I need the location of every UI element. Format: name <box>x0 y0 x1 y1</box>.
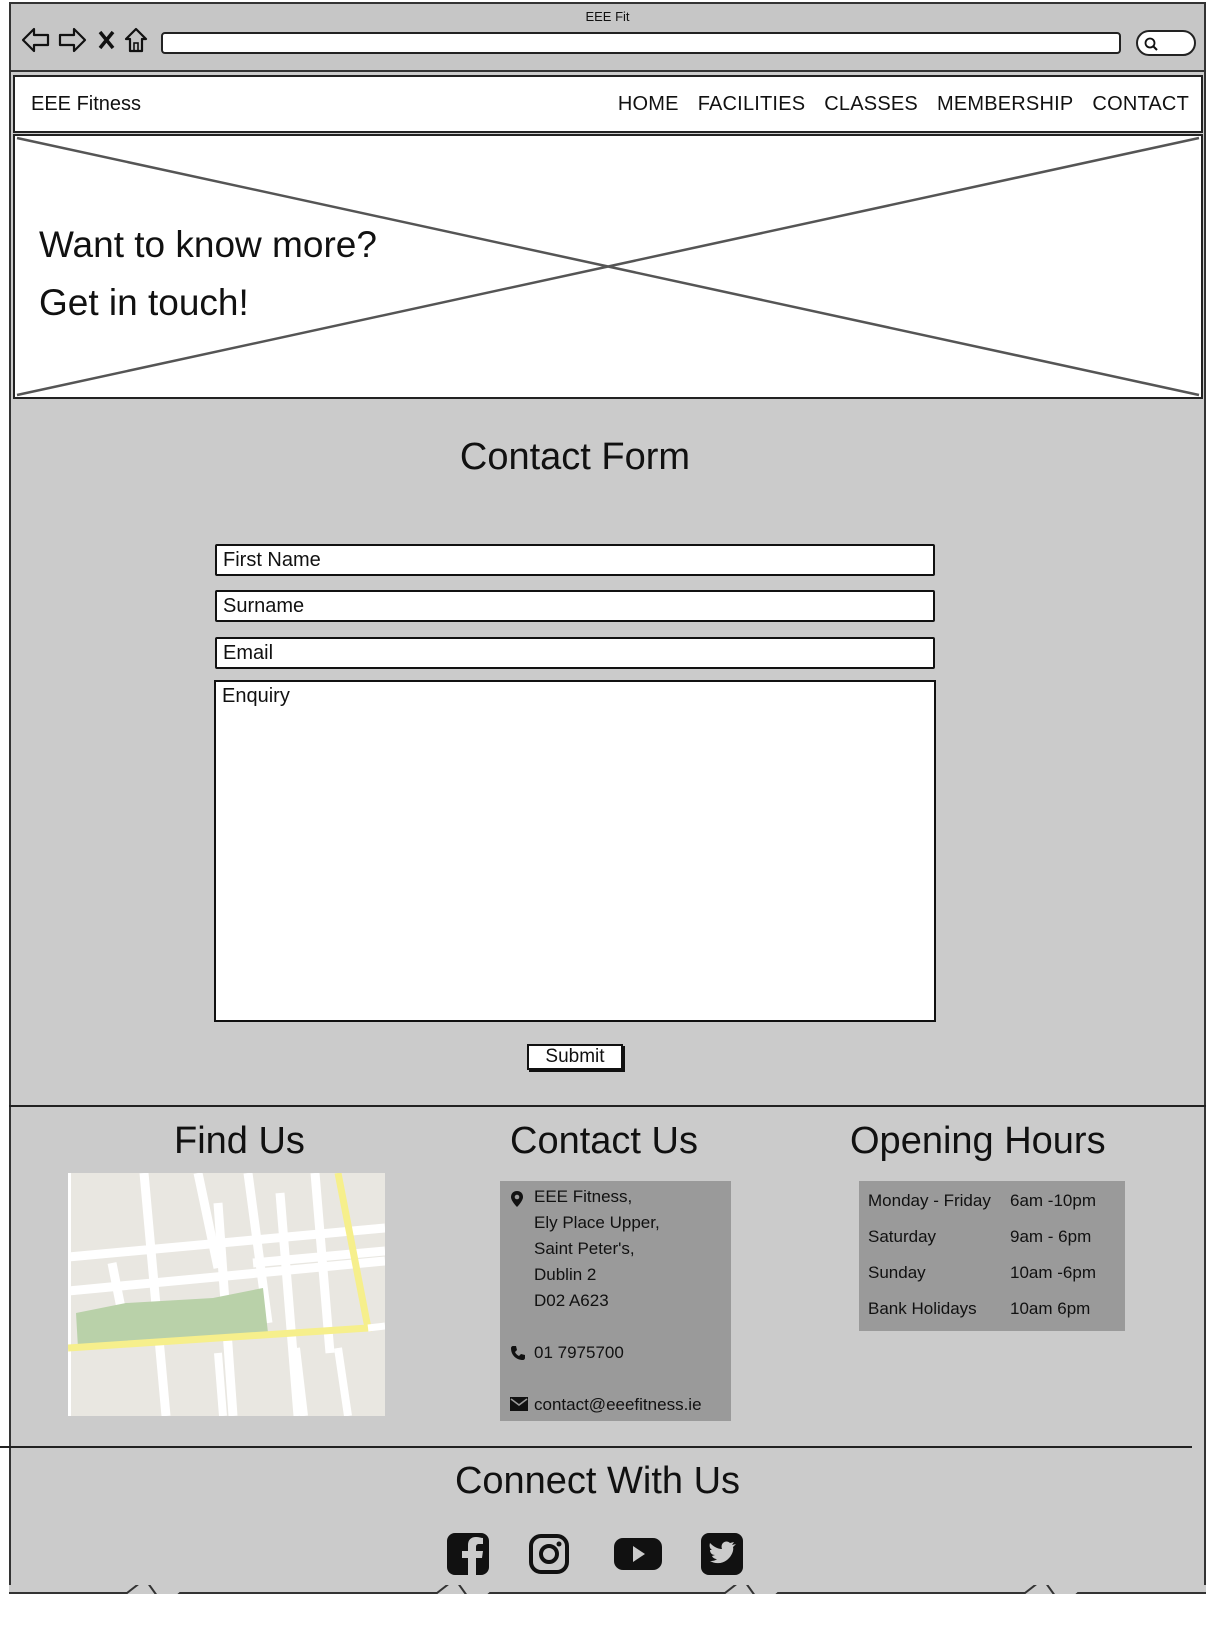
nav-membership[interactable]: MEMBERSHIP <box>937 93 1073 116</box>
address-line-3: Saint Peter's, <box>534 1239 635 1258</box>
first-name-field[interactable]: First Name <box>215 544 935 576</box>
phone-icon <box>511 1346 525 1360</box>
hours-time: 10am 6pm <box>1010 1299 1091 1318</box>
contact-details: EEE Fitness, Ely Place Upper, Saint Pete… <box>500 1181 731 1421</box>
hours-day: Sunday <box>868 1263 926 1282</box>
hours-time: 9am - 6pm <box>1010 1227 1092 1246</box>
browser-title: EEE Fit <box>585 9 630 24</box>
site-logo[interactable]: EEE Fitness <box>31 93 141 116</box>
enquiry-textarea[interactable]: Enquiry <box>214 680 936 1022</box>
hours-day: Saturday <box>868 1227 937 1246</box>
address-line-1: EEE Fitness, <box>534 1187 633 1206</box>
image-placeholder <box>16 136 1200 397</box>
hero-banner: Want to know more? Get in touch! <box>13 134 1203 399</box>
submit-button[interactable]: Submit <box>527 1044 623 1070</box>
main-nav: HOME FACILITIES CLASSES MEMBERSHIP CONTA… <box>618 93 1189 116</box>
browser-toolbar: EEE Fit <box>11 4 1204 72</box>
nav-home[interactable]: HOME <box>618 93 679 116</box>
location-map[interactable] <box>68 1173 385 1416</box>
opening-hours-table: Monday - Friday 6am -10pm Saturday 9am -… <box>859 1181 1125 1331</box>
contact-us-title: Contact Us <box>510 1120 698 1162</box>
location-pin-icon <box>511 1191 523 1207</box>
connect-divider <box>0 1446 1192 1448</box>
youtube-icon[interactable] <box>613 1533 663 1575</box>
home-icon[interactable] <box>123 26 149 54</box>
map-graphic <box>68 1173 385 1416</box>
nav-classes[interactable]: CLASSES <box>824 93 918 116</box>
email-address[interactable]: contact@eeefitness.ie <box>534 1395 702 1415</box>
search-icon <box>1144 37 1158 51</box>
back-arrow-icon[interactable] <box>21 26 51 54</box>
site-header: EEE Fitness HOME FACILITIES CLASSES MEMB… <box>13 75 1203 133</box>
hero-subheading: Get in touch! <box>39 282 249 323</box>
page-continuation-edge <box>9 1585 1208 1626</box>
nav-facilities[interactable]: FACILITIES <box>698 93 806 116</box>
stop-icon[interactable] <box>97 26 117 54</box>
phone-number[interactable]: 01 7975700 <box>534 1343 624 1363</box>
facebook-icon[interactable] <box>447 1533 489 1575</box>
hours-time: 10am -6pm <box>1010 1263 1096 1282</box>
hours-day: Bank Holidays <box>868 1299 977 1318</box>
nav-contact[interactable]: CONTACT <box>1092 93 1189 116</box>
hours-day: Monday - Friday <box>868 1191 991 1210</box>
find-us-title: Find Us <box>174 1120 305 1162</box>
forward-arrow-icon[interactable] <box>57 26 87 54</box>
opening-hours-title: Opening Hours <box>850 1120 1106 1162</box>
envelope-icon <box>510 1397 528 1411</box>
instagram-icon[interactable] <box>528 1533 570 1575</box>
address-line-4: Dublin 2 <box>534 1265 597 1284</box>
surname-field[interactable]: Surname <box>215 590 935 622</box>
address-line-5: D02 A623 <box>534 1291 609 1310</box>
hero-heading: Want to know more? <box>39 224 377 265</box>
email-field[interactable]: Email <box>215 637 935 669</box>
address-line-2: Ely Place Upper, <box>534 1213 660 1232</box>
connect-title: Connect With Us <box>454 1460 741 1502</box>
twitter-icon[interactable] <box>701 1533 743 1575</box>
browser-search-button[interactable] <box>1136 30 1196 56</box>
hours-time: 6am -10pm <box>1010 1191 1096 1210</box>
footer-divider <box>9 1105 1206 1107</box>
contact-form-title: Contact Form <box>459 436 691 478</box>
url-bar[interactable] <box>161 32 1121 54</box>
